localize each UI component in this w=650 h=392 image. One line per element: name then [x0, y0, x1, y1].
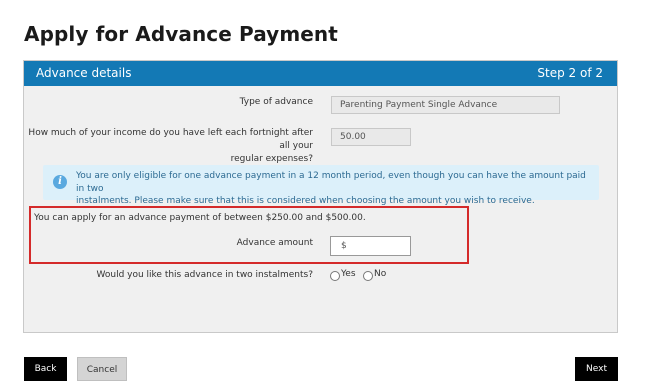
instalments-no-label[interactable]: No [374, 269, 386, 279]
panel-title: Advance details [36, 66, 132, 80]
step-indicator: Step 2 of 2 [537, 66, 603, 80]
income-left-field: 50.00 [331, 128, 411, 146]
panel-header: Advance details Step 2 of 2 [24, 61, 617, 86]
type-of-advance-field: Parenting Payment Single Advance [331, 96, 560, 114]
highlight-box [29, 206, 469, 264]
eligibility-info-box: i You are only eligible for one advance … [43, 165, 599, 206]
type-of-advance-label: Type of advance [239, 97, 313, 107]
cancel-button[interactable]: Cancel [77, 357, 127, 381]
instalments-yes-radio[interactable] [330, 271, 340, 281]
instalments-question: Would you like this advance in two insta… [96, 270, 313, 280]
info-text: You are only eligible for one advance pa… [76, 171, 586, 206]
advance-details-panel: Advance details Step 2 of 2 Type of adva… [23, 60, 618, 333]
page-title: Apply for Advance Payment [24, 22, 338, 46]
next-button[interactable]: Next [575, 357, 618, 381]
instalments-no-radio[interactable] [363, 271, 373, 281]
income-left-label: How much of your income do you have left… [28, 128, 313, 164]
info-icon: i [53, 175, 67, 189]
instalments-yes-label[interactable]: Yes [341, 269, 356, 279]
back-button[interactable]: Back [24, 357, 67, 381]
